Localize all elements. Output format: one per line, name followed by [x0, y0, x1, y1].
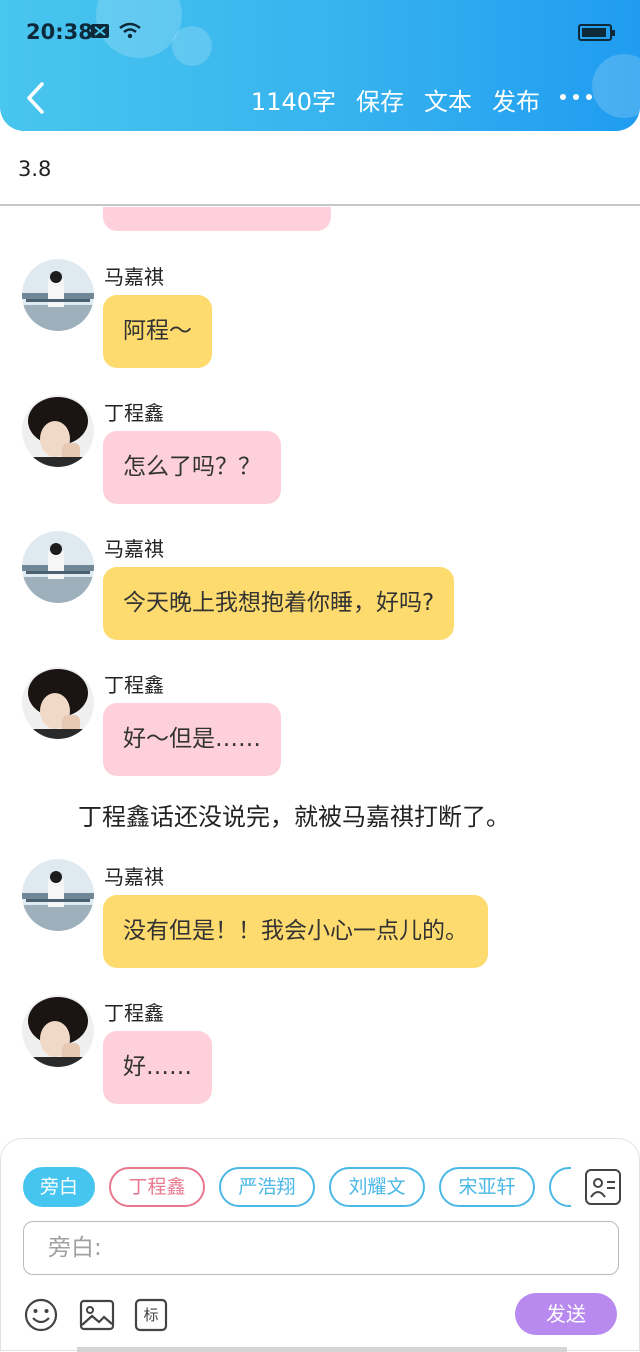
message-bubble[interactable]: 今天晚上我想抱着你睡，好吗?: [103, 567, 455, 640]
back-button[interactable]: [20, 78, 52, 118]
contact-card-icon: [590, 1178, 615, 1198]
wifi-icon: [119, 22, 141, 39]
avatar[interactable]: [22, 531, 94, 603]
send-button[interactable]: 发送: [515, 1293, 617, 1335]
message-bubble[interactable]: 阿程～: [103, 295, 212, 368]
message-bubble[interactable]: 怎么了吗？？: [103, 431, 281, 504]
role-chip[interactable]: 刘耀文: [329, 1167, 425, 1207]
emoji-button[interactable]: [23, 1297, 59, 1333]
role-chip[interactable]: 丁程鑫: [109, 1167, 205, 1207]
chapter-title: 3.8: [18, 157, 52, 181]
sender-name: 马嘉祺: [104, 865, 164, 889]
narration-text[interactable]: 丁程鑫话还没说完，就被马嘉祺打断了。: [78, 797, 510, 832]
message-bubble[interactable]: 好……: [103, 1031, 212, 1104]
avatar[interactable]: [22, 395, 94, 467]
status-time: 20:38: [26, 20, 93, 44]
avatar[interactable]: [22, 859, 94, 931]
sender-name: 丁程鑫: [104, 1001, 164, 1025]
sender-name: 丁程鑫: [104, 401, 164, 425]
role-chip-partial[interactable]: [549, 1167, 571, 1207]
partial-message-bubble: [103, 207, 331, 231]
save-button[interactable]: 保存: [356, 82, 404, 117]
chevron-left-icon: [27, 82, 44, 114]
compose-panel: 旁白 丁程鑫 严浩翔 刘耀文 宋亚轩 标 发送: [0, 1138, 640, 1352]
role-chip-narrator[interactable]: 旁白: [23, 1167, 95, 1207]
sender-name: 丁程鑫: [104, 673, 164, 697]
publish-button[interactable]: 发布: [492, 82, 540, 117]
tag-button[interactable]: 标: [133, 1297, 169, 1333]
chat-area[interactable]: 马嘉祺 阿程～ 丁程鑫 怎么了吗？？ 马嘉祺 今天晚上我想抱着你睡，好吗? 丁程…: [0, 207, 640, 1137]
word-count-button[interactable]: 1140字: [251, 82, 336, 117]
bottom-divider: [77, 1347, 567, 1352]
top-app-bar: 20:38 1140字 保存 文本 发布: [0, 0, 640, 131]
role-manager-button[interactable]: [585, 1169, 621, 1205]
emoji-icon: [24, 1298, 58, 1332]
sender-name: 马嘉祺: [104, 537, 164, 561]
avatar[interactable]: [22, 259, 94, 331]
image-button[interactable]: [79, 1297, 115, 1333]
message-input[interactable]: [23, 1221, 619, 1275]
avatar[interactable]: [22, 667, 94, 739]
message-bubble[interactable]: 好～但是……: [103, 703, 281, 776]
decorative-bubble: [172, 26, 212, 66]
message-bubble[interactable]: 没有但是！！我会小心一点儿的。: [103, 895, 488, 968]
more-icon: [560, 94, 566, 100]
status-icons: [90, 22, 142, 40]
text-mode-button[interactable]: 文本: [424, 82, 472, 117]
more-menu-button[interactable]: [560, 84, 604, 110]
chapter-title-row[interactable]: 3.8: [0, 131, 640, 206]
avatar[interactable]: [22, 995, 94, 1067]
role-chip[interactable]: 严浩翔: [219, 1167, 315, 1207]
notification-icon: [91, 24, 109, 38]
battery-icon: [578, 24, 615, 41]
role-chip-row[interactable]: 旁白 丁程鑫 严浩翔 刘耀文 宋亚轩: [23, 1167, 571, 1209]
header-toolbar: 1140字 保存 文本 发布: [251, 82, 540, 117]
sender-name: 马嘉祺: [104, 265, 164, 289]
role-chip[interactable]: 宋亚轩: [439, 1167, 535, 1207]
tag-label: 标: [143, 1306, 159, 1324]
image-icon: [79, 1299, 115, 1331]
